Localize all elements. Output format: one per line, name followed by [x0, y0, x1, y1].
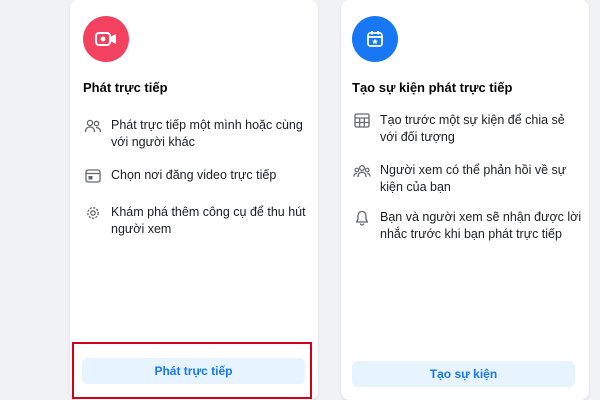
bell-icon	[352, 209, 372, 226]
feature-item: Phát trực tiếp một mình hoặc cùng với ng…	[83, 117, 308, 151]
gear-icon	[83, 204, 103, 221]
feature-item: Khám phá thêm công cụ để thu hút người x…	[83, 204, 308, 238]
create-live-event-title: Tạo sự kiện phát trực tiếp	[352, 80, 513, 95]
go-live-button[interactable]: Phát trực tiếp	[82, 358, 305, 384]
calendar-star-icon	[352, 16, 398, 62]
feature-item: Người xem có thể phản hồi về sự kiện của…	[352, 162, 582, 196]
feature-text: Tạo trước một sự kiện để chia sẻ với đối…	[380, 113, 565, 144]
feature-text: Phát trực tiếp một mình hoặc cùng với ng…	[111, 118, 303, 149]
create-live-event-card: Tạo sự kiện phát trực tiếp Tạo trước một…	[341, 0, 589, 400]
feed-icon	[83, 167, 103, 184]
create-event-button[interactable]: Tạo sự kiện	[352, 361, 575, 387]
feature-text: Khám phá thêm công cụ để thu hút người x…	[111, 205, 306, 236]
feature-text: Bạn và người xem sẽ nhận được lời nhắc t…	[380, 210, 582, 241]
live-video-icon	[83, 16, 129, 62]
feature-item: Chọn nơi đăng video trực tiếp	[83, 167, 308, 184]
go-live-title: Phát trực tiếp	[83, 80, 168, 95]
group-icon	[352, 162, 372, 179]
feature-item: Tạo trước một sự kiện để chia sẻ với đối…	[352, 112, 582, 146]
go-live-card: Phát trực tiếp Phát trực tiếp một mình h…	[70, 0, 318, 400]
people-icon	[83, 117, 103, 134]
calendar-grid-icon	[352, 112, 372, 129]
feature-item: Bạn và người xem sẽ nhận được lời nhắc t…	[352, 209, 582, 243]
live-options-page: Phát trực tiếp Phát trực tiếp một mình h…	[0, 0, 600, 400]
feature-text: Người xem có thể phản hồi về sự kiện của…	[380, 163, 567, 194]
feature-text: Chọn nơi đăng video trực tiếp	[111, 168, 277, 182]
